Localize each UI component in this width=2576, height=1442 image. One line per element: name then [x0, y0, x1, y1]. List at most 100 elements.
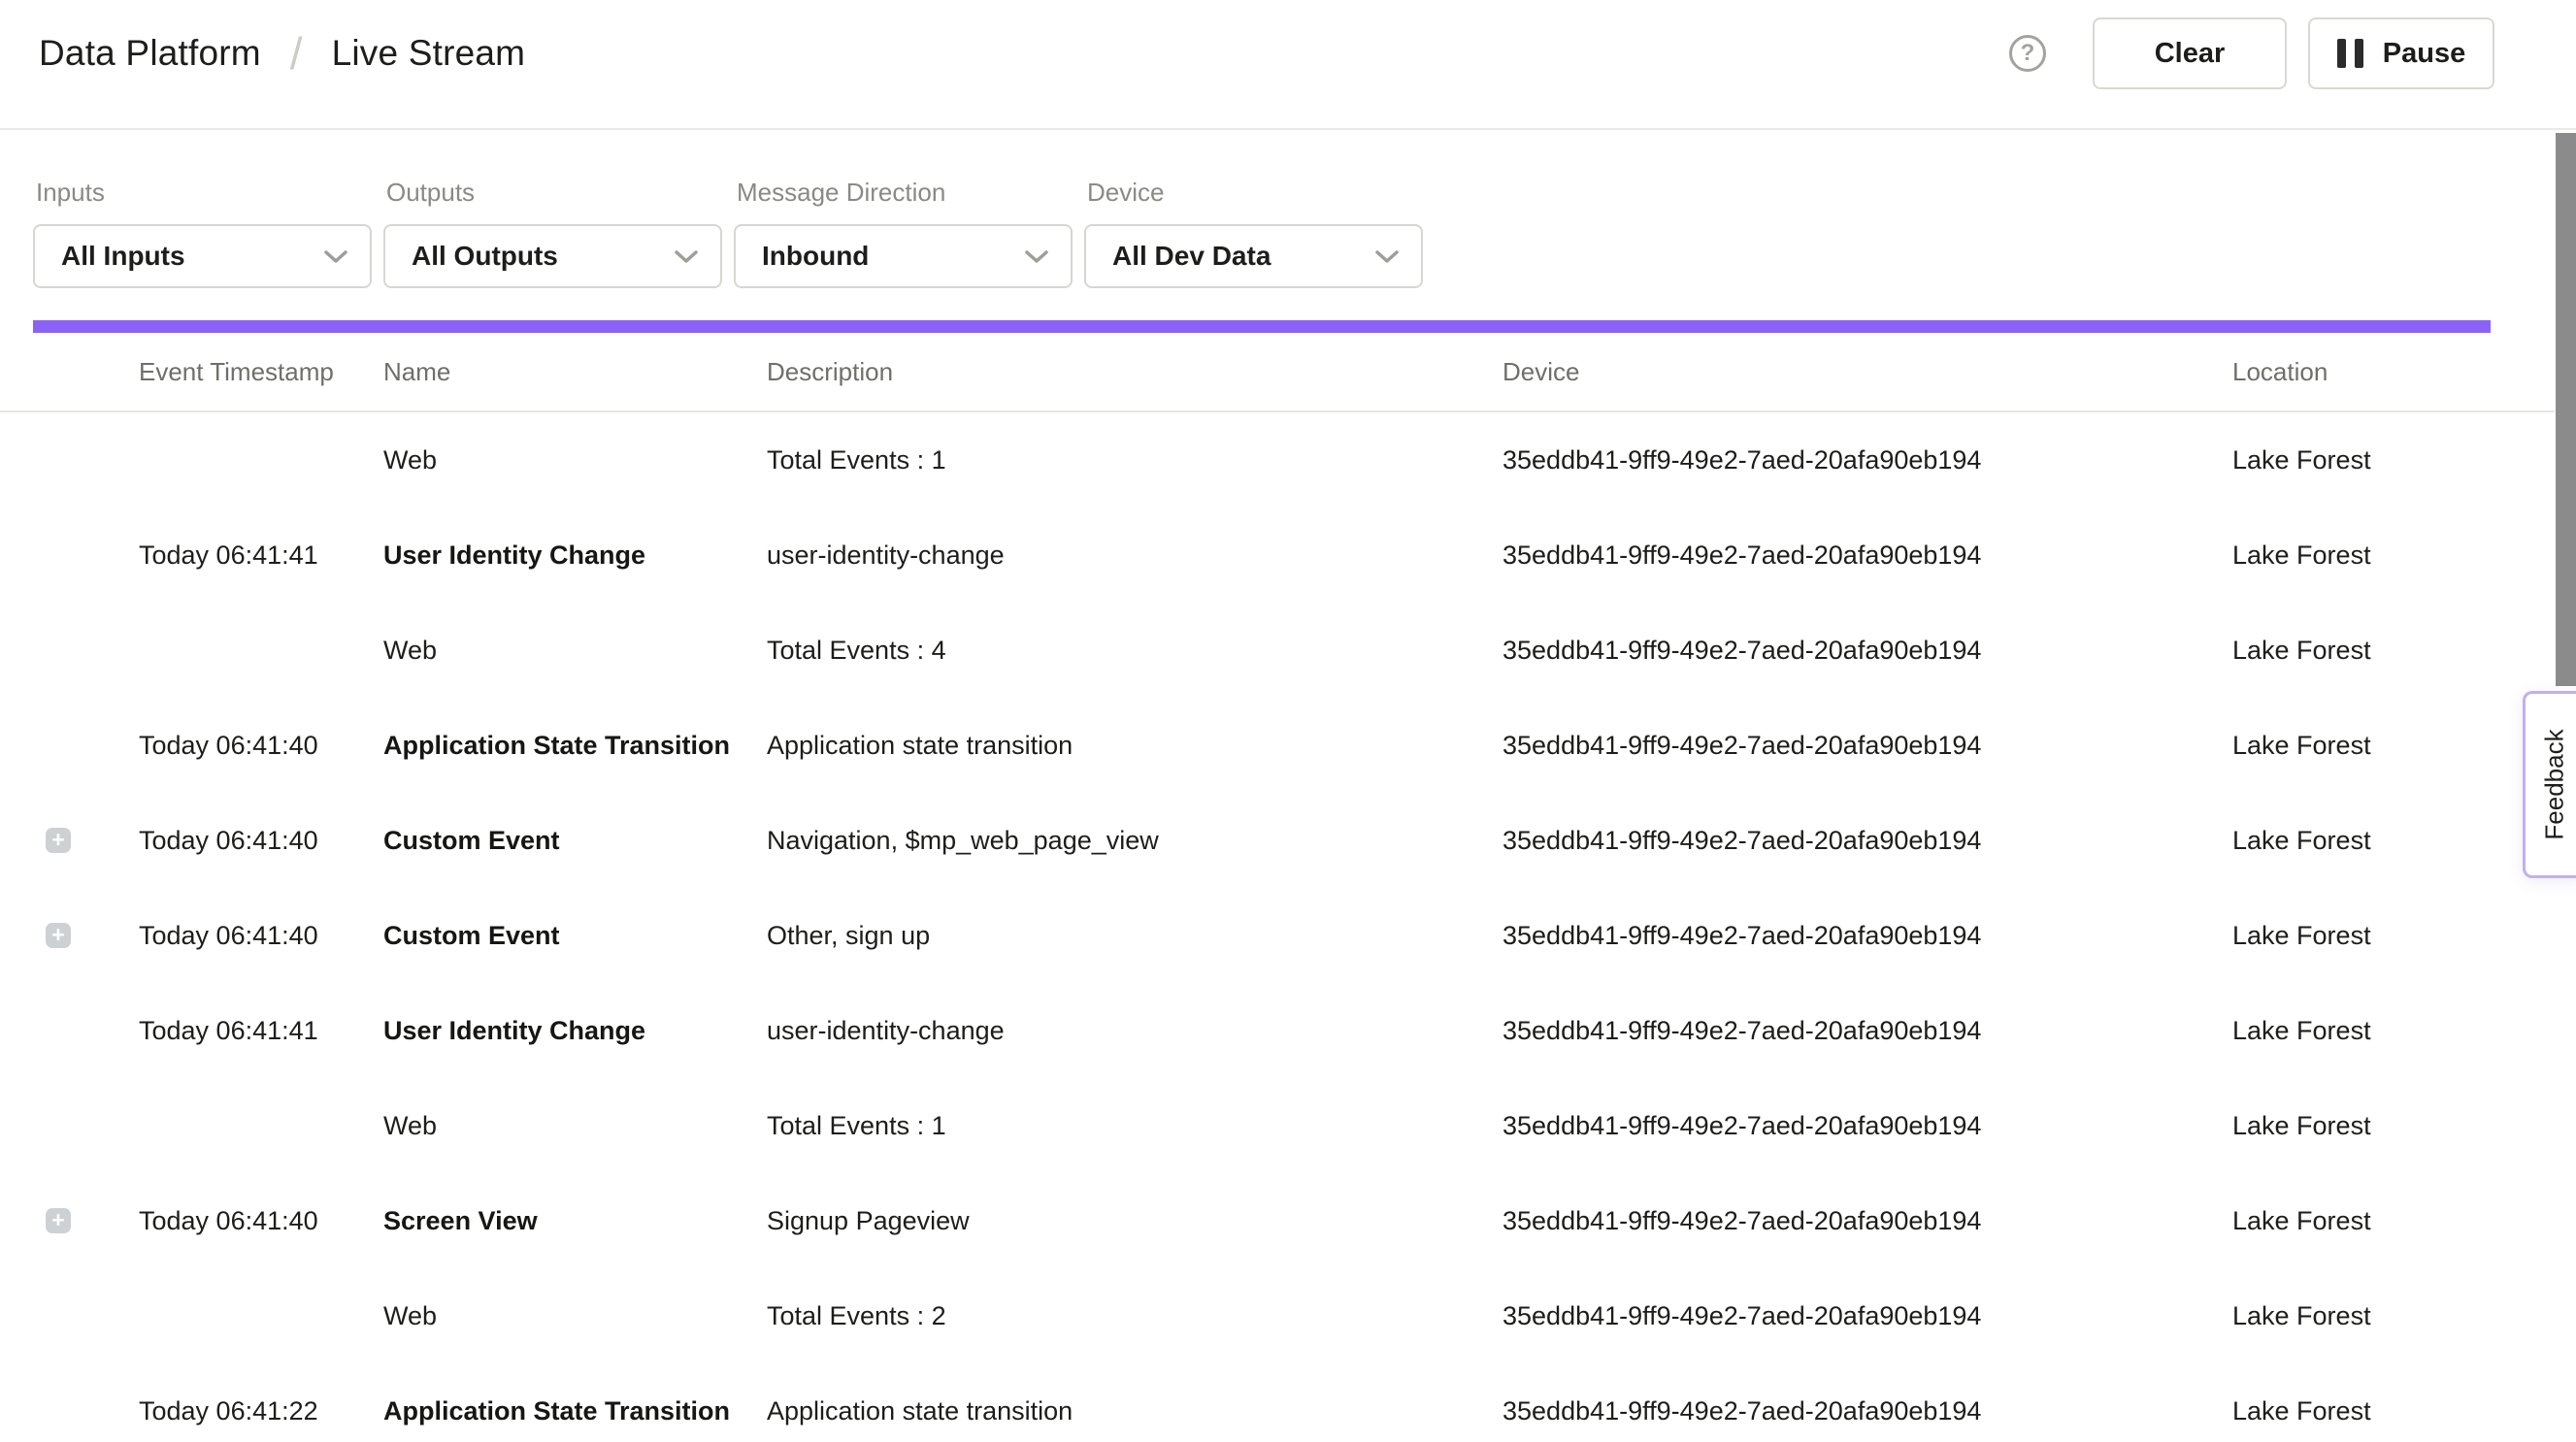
event-timestamp: Today 06:41:22: [139, 1396, 383, 1426]
event-device: 35eddb41-9ff9-49e2-7aed-20afa90eb194: [1503, 1111, 2232, 1141]
message-direction-filter-select[interactable]: Inbound: [734, 224, 1073, 288]
event-name: Web: [383, 1301, 767, 1331]
event-name: Application State Transition: [383, 731, 767, 761]
event-location: Lake Forest: [2232, 541, 2491, 571]
event-location: Lake Forest: [2232, 1016, 2491, 1046]
breadcrumb-parent[interactable]: Data Platform: [39, 33, 261, 74]
table-row[interactable]: WebTotal Events : 135eddb41-9ff9-49e2-7a…: [0, 412, 2491, 508]
event-name: User Identity Change: [383, 541, 767, 571]
filters-bar: Inputs All Inputs Outputs All Outputs Me…: [33, 178, 1423, 288]
event-description: Application state transition: [767, 1396, 1503, 1426]
breadcrumb: Data Platform / Live Stream: [39, 31, 525, 76]
page-title: Live Stream: [332, 33, 526, 74]
event-timestamp: Today 06:41:40: [139, 826, 383, 856]
event-description: Total Events : 1: [767, 445, 1503, 475]
event-location: Lake Forest: [2232, 826, 2491, 856]
table-row[interactable]: Today 06:41:41User Identity Changeuser-i…: [0, 508, 2491, 603]
device-filter-value: All Dev Data: [1112, 241, 1271, 272]
expand-cell: +: [0, 828, 139, 853]
pause-label: Pause: [2383, 38, 2465, 70]
table-row[interactable]: +Today 06:41:40Custom EventOther, sign u…: [0, 888, 2491, 983]
event-description: Application state transition: [767, 731, 1503, 761]
expand-icon[interactable]: +: [46, 828, 71, 853]
event-device: 35eddb41-9ff9-49e2-7aed-20afa90eb194: [1503, 1206, 2232, 1236]
event-device: 35eddb41-9ff9-49e2-7aed-20afa90eb194: [1503, 921, 2232, 951]
event-description: Total Events : 1: [767, 1111, 1503, 1141]
event-location: Lake Forest: [2232, 921, 2491, 951]
pause-icon: [2337, 39, 2363, 68]
expand-icon[interactable]: +: [46, 1208, 71, 1233]
table-row[interactable]: WebTotal Events : 235eddb41-9ff9-49e2-7a…: [0, 1268, 2491, 1363]
event-device: 35eddb41-9ff9-49e2-7aed-20afa90eb194: [1503, 541, 2232, 571]
breadcrumb-separator: /: [290, 31, 303, 76]
event-description: Navigation, $mp_web_page_view: [767, 826, 1503, 856]
event-name: Web: [383, 636, 767, 666]
event-name: Custom Event: [383, 921, 767, 951]
column-header-location: Location: [2232, 357, 2491, 387]
event-location: Lake Forest: [2232, 1301, 2491, 1331]
table-row[interactable]: Today 06:41:40Application State Transiti…: [0, 698, 2491, 793]
table-row[interactable]: Today 06:41:22Application State Transiti…: [0, 1363, 2491, 1442]
event-description: user-identity-change: [767, 541, 1503, 571]
events-table-header: Event Timestamp Name Description Device …: [0, 333, 2491, 410]
event-description: Signup Pageview: [767, 1206, 1503, 1236]
event-name: Application State Transition: [383, 1396, 767, 1426]
event-name: Web: [383, 1111, 767, 1141]
help-icon[interactable]: ?: [2009, 35, 2046, 72]
chevron-down-icon: [323, 249, 348, 264]
chevron-down-icon: [1374, 249, 1400, 264]
feedback-tab[interactable]: Feedback: [2523, 691, 2576, 878]
event-device: 35eddb41-9ff9-49e2-7aed-20afa90eb194: [1503, 1301, 2232, 1331]
event-name: Web: [383, 445, 767, 475]
event-timestamp: Today 06:41:40: [139, 1206, 383, 1236]
event-description: user-identity-change: [767, 1016, 1503, 1046]
event-name: Custom Event: [383, 826, 767, 856]
event-timestamp: Today 06:41:40: [139, 731, 383, 761]
event-description: Total Events : 4: [767, 636, 1503, 666]
column-header-event-timestamp: Event Timestamp: [139, 357, 383, 387]
expand-cell: +: [0, 1208, 139, 1233]
clear-button[interactable]: Clear: [2093, 17, 2287, 89]
event-timestamp: Today 06:41:41: [139, 541, 383, 571]
outputs-filter-select[interactable]: All Outputs: [383, 224, 722, 288]
filter-label-inputs: Inputs: [36, 178, 372, 208]
event-location: Lake Forest: [2232, 1206, 2491, 1236]
inputs-filter-value: All Inputs: [61, 241, 185, 272]
table-row[interactable]: + Today 06:41:40Custom EventNavigation, $…: [0, 793, 2491, 888]
chevron-down-icon: [1024, 249, 1049, 264]
table-row[interactable]: WebTotal Events : 435eddb41-9ff9-49e2-7a…: [0, 603, 2491, 698]
filter-group-outputs: Outputs All Outputs: [383, 178, 722, 288]
header-actions: ? Clear Pause: [2009, 17, 2494, 89]
inputs-filter-select[interactable]: All Inputs: [33, 224, 372, 288]
event-description: Total Events : 2: [767, 1301, 1503, 1331]
pause-button[interactable]: Pause: [2308, 17, 2494, 89]
table-row[interactable]: Today 06:41:41User Identity Changeuser-i…: [0, 983, 2491, 1078]
scrollbar-thumb[interactable]: [2556, 133, 2576, 686]
filter-group-inputs: Inputs All Inputs: [33, 178, 372, 288]
filter-label-message-direction: Message Direction: [737, 178, 1073, 208]
outputs-filter-value: All Outputs: [412, 241, 558, 272]
table-row[interactable]: WebTotal Events : 135eddb41-9ff9-49e2-7a…: [0, 1078, 2491, 1173]
event-location: Lake Forest: [2232, 445, 2491, 475]
event-device: 35eddb41-9ff9-49e2-7aed-20afa90eb194: [1503, 445, 2232, 475]
live-stream-page: Data Platform / Live Stream ? Clear Paus…: [0, 0, 2576, 1442]
column-header-device: Device: [1503, 357, 2232, 387]
expand-icon[interactable]: +: [46, 923, 71, 948]
filter-label-device: Device: [1087, 178, 1423, 208]
expand-cell: +: [0, 923, 139, 948]
stream-accent-bar: [33, 320, 2491, 333]
column-header-name: Name: [383, 357, 767, 387]
event-description: Other, sign up: [767, 921, 1503, 951]
event-location: Lake Forest: [2232, 1111, 2491, 1141]
event-location: Lake Forest: [2232, 731, 2491, 761]
event-device: 35eddb41-9ff9-49e2-7aed-20afa90eb194: [1503, 1396, 2232, 1426]
table-row[interactable]: + Today 06:41:40Screen ViewSignup Pagevie…: [0, 1173, 2491, 1268]
event-device: 35eddb41-9ff9-49e2-7aed-20afa90eb194: [1503, 1016, 2232, 1046]
event-device: 35eddb41-9ff9-49e2-7aed-20afa90eb194: [1503, 636, 2232, 666]
event-name: User Identity Change: [383, 1016, 767, 1046]
events-table-body: WebTotal Events : 135eddb41-9ff9-49e2-7a…: [0, 412, 2491, 1442]
page-header: Data Platform / Live Stream ? Clear Paus…: [0, 0, 2576, 130]
device-filter-select[interactable]: All Dev Data: [1084, 224, 1423, 288]
column-header-description: Description: [767, 357, 1503, 387]
event-name: Screen View: [383, 1206, 767, 1236]
